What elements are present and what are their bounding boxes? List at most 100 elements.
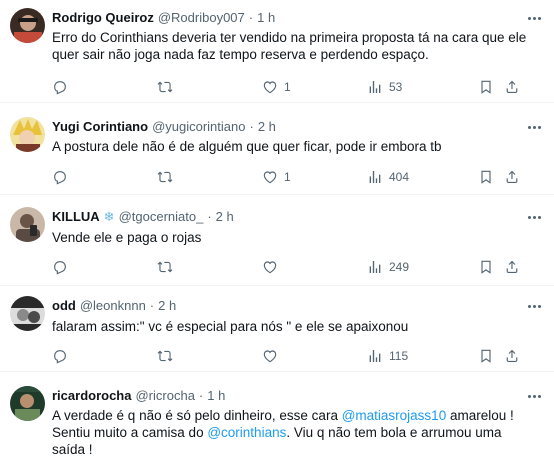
retweet-icon xyxy=(157,350,173,362)
user-handle[interactable]: @tgocerniato_ xyxy=(119,209,204,225)
timestamp[interactable]: 1 h xyxy=(207,388,225,404)
timestamp[interactable]: 2 h xyxy=(216,209,234,225)
views-icon xyxy=(369,81,381,93)
more-icon[interactable] xyxy=(524,388,544,404)
separator-dot: · xyxy=(248,10,254,25)
reply-icon xyxy=(54,261,66,275)
action-bar: 1 53 xyxy=(52,78,522,96)
retweet-icon xyxy=(157,81,173,93)
views-button[interactable]: 249 xyxy=(367,258,409,276)
views-icon xyxy=(369,171,381,183)
heart-icon xyxy=(263,171,277,184)
bookmark-icon xyxy=(481,260,491,274)
display-name[interactable]: KILLUA xyxy=(52,209,100,225)
tweet-text: A postura dele não é de alguém que quer … xyxy=(52,139,442,154)
reply-icon xyxy=(54,350,66,364)
tweet[interactable]: ricardorocha @ricrocha · 1 h A verdade é… xyxy=(0,372,554,472)
text-segment: A verdade é q não é só pelo dinheiro, es… xyxy=(52,408,342,423)
view-count: 249 xyxy=(389,260,410,274)
heart-icon xyxy=(263,350,277,363)
tweet-text: falaram assim:" vc é especial para nós "… xyxy=(52,319,409,334)
bookmark-button[interactable] xyxy=(478,258,494,276)
separator-dot: · xyxy=(149,298,155,313)
user-handle[interactable]: @Rodriboy007 xyxy=(158,10,245,26)
retweet-button[interactable] xyxy=(157,347,173,365)
retweet-icon xyxy=(157,261,173,273)
reply-button[interactable] xyxy=(52,168,68,186)
like-button[interactable]: 1 xyxy=(262,168,291,186)
bookmark-icon xyxy=(481,80,491,94)
retweet-button[interactable] xyxy=(157,168,173,186)
share-button[interactable] xyxy=(504,347,520,365)
share-button[interactable] xyxy=(504,168,520,186)
display-name[interactable]: Yugi Corintiano xyxy=(52,119,148,135)
action-bar: 1 404 xyxy=(52,168,522,186)
user-handle[interactable]: @ricrocha xyxy=(135,388,194,404)
heart-icon xyxy=(263,81,277,94)
display-name[interactable]: Rodrigo Queiroz xyxy=(52,10,154,26)
display-name[interactable]: odd xyxy=(52,298,76,314)
views-icon xyxy=(369,261,381,273)
user-handle[interactable]: @leonknnn xyxy=(80,298,146,314)
avatar[interactable] xyxy=(10,386,45,421)
share-icon xyxy=(506,170,518,183)
separator-dot: · xyxy=(207,209,212,224)
mention-link[interactable]: @corinthians xyxy=(207,425,286,440)
reply-feed: Rodrigo Queiroz @Rodriboy007 · 1 h Erro … xyxy=(0,0,554,472)
avatar[interactable] xyxy=(10,207,45,242)
display-name[interactable]: ricardorocha xyxy=(52,388,131,404)
more-icon[interactable] xyxy=(524,10,544,26)
share-button[interactable] xyxy=(504,258,520,276)
retweet-button[interactable] xyxy=(157,78,173,96)
reply-icon xyxy=(54,81,66,95)
retweet-icon xyxy=(157,171,173,183)
tweet[interactable]: Yugi Corintiano @yugicorintiano · 2 h A … xyxy=(0,111,554,195)
view-count: 53 xyxy=(389,80,403,94)
views-icon xyxy=(369,350,381,362)
tweet[interactable]: Rodrigo Queiroz @Rodriboy007 · 1 h Erro … xyxy=(0,0,554,103)
reply-icon xyxy=(54,171,66,185)
views-button[interactable]: 404 xyxy=(367,168,409,186)
retweet-button[interactable] xyxy=(157,258,173,276)
view-count: 115 xyxy=(389,349,409,363)
avatar[interactable] xyxy=(10,296,45,331)
like-button[interactable] xyxy=(262,347,278,365)
user-handle[interactable]: @yugicorintiano xyxy=(152,119,245,135)
mention-link[interactable]: @matiasrojass10 xyxy=(342,408,447,423)
timestamp[interactable]: 1 h xyxy=(257,10,275,26)
bookmark-icon xyxy=(481,170,491,184)
separator-dot: · xyxy=(249,119,254,134)
bookmark-icon xyxy=(481,349,491,363)
tweet-text: Vende ele e paga o rojas xyxy=(52,230,202,245)
bookmark-button[interactable] xyxy=(478,347,494,365)
views-button[interactable]: 115 xyxy=(367,347,408,365)
more-icon[interactable] xyxy=(524,119,544,135)
like-count: 1 xyxy=(284,170,291,184)
share-button[interactable] xyxy=(504,78,520,96)
more-icon[interactable] xyxy=(524,298,544,314)
views-button[interactable]: 53 xyxy=(367,78,402,96)
view-count: 404 xyxy=(389,170,410,184)
snowflake-icon: ❄ xyxy=(103,209,115,224)
like-button[interactable] xyxy=(262,258,278,276)
reply-button[interactable] xyxy=(52,258,68,276)
reply-button[interactable] xyxy=(52,347,68,365)
like-button[interactable]: 1 xyxy=(262,78,291,96)
timestamp[interactable]: 2 h xyxy=(258,119,276,135)
action-bar: 249 xyxy=(52,258,522,276)
tweet[interactable]: KILLUA ❄ @tgocerniato_ · 2 h Vende ele e… xyxy=(0,195,554,286)
bookmark-button[interactable] xyxy=(478,78,494,96)
more-icon[interactable] xyxy=(524,209,544,225)
avatar[interactable] xyxy=(10,117,45,152)
share-icon xyxy=(506,349,518,362)
share-icon xyxy=(506,80,518,93)
timestamp[interactable]: 2 h xyxy=(158,298,176,314)
separator-dot: · xyxy=(198,388,204,403)
action-bar: 115 xyxy=(52,347,522,365)
bookmark-button[interactable] xyxy=(478,168,494,186)
avatar[interactable] xyxy=(10,8,45,43)
share-icon xyxy=(506,260,518,273)
tweet[interactable]: odd @leonknnn · 2 h falaram assim:" vc é… xyxy=(0,286,554,372)
tweet-text: A verdade é q não é só pelo dinheiro, es… xyxy=(52,407,522,458)
reply-button[interactable] xyxy=(52,78,68,96)
